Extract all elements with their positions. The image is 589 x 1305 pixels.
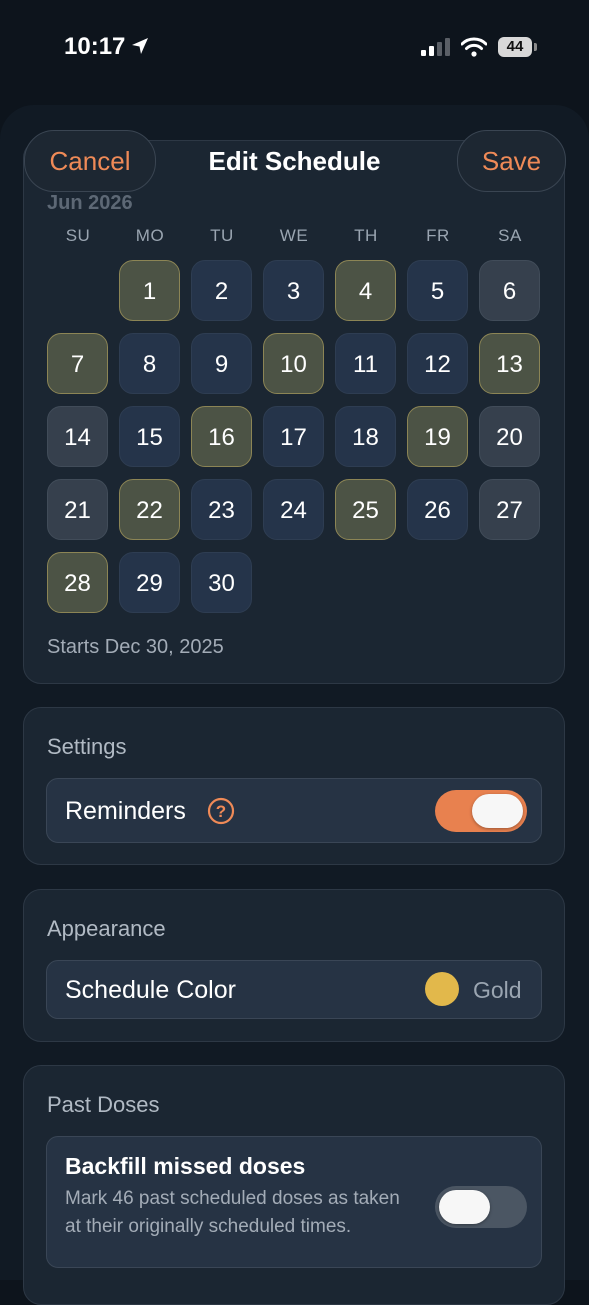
calendar-day-10[interactable]: 10	[263, 333, 324, 394]
color-swatch	[425, 972, 459, 1006]
past-doses-title: Past Doses	[47, 1092, 160, 1117]
svg-text:?: ?	[216, 802, 226, 821]
reminders-toggle[interactable]	[435, 790, 527, 832]
schedule-color-label: Schedule Color	[65, 976, 236, 1004]
battery-level: 44	[506, 38, 524, 55]
weekday-fr: FR	[426, 226, 450, 245]
calendar-day-30[interactable]: 30	[191, 552, 252, 613]
calendar-day-19[interactable]: 19	[407, 406, 468, 467]
appearance-title: Appearance	[47, 916, 166, 941]
calendar-day-2[interactable]: 2	[191, 260, 252, 321]
battery-tip	[534, 43, 537, 51]
calendar-day-16[interactable]: 16	[191, 406, 252, 467]
starts-date-label: Starts Dec 30, 2025	[47, 636, 224, 658]
calendar-day-18[interactable]: 18	[335, 406, 396, 467]
calendar-day-8[interactable]: 8	[119, 333, 180, 394]
schedule-color-value: Gold	[473, 977, 522, 1003]
month-label: Jun 2026	[47, 192, 133, 214]
calendar-day-12[interactable]: 12	[407, 333, 468, 394]
reminders-label: Reminders	[65, 797, 186, 825]
calendar-day-29[interactable]: 29	[119, 552, 180, 613]
status-time: 10:17	[64, 33, 126, 60]
location-arrow-icon	[132, 38, 148, 54]
calendar-day-25[interactable]: 25	[335, 479, 396, 540]
calendar-day-9[interactable]: 9	[191, 333, 252, 394]
status-bar: 10:17 44	[0, 0, 589, 96]
calendar-day-6[interactable]: 6	[479, 260, 540, 321]
backfill-toggle[interactable]	[435, 1186, 527, 1228]
calendar-day-14[interactable]: 14	[47, 406, 108, 467]
wifi-icon	[461, 37, 487, 57]
backfill-title: Backfill missed doses	[65, 1153, 306, 1179]
schedule-color-row[interactable]: Schedule Color Gold	[46, 960, 542, 1019]
calendar-day-20[interactable]: 20	[479, 406, 540, 467]
calendar-day-17[interactable]: 17	[263, 406, 324, 467]
battery-indicator: 44	[498, 37, 532, 57]
calendar-day-1[interactable]: 1	[119, 260, 180, 321]
cellular-signal-icon	[421, 38, 450, 56]
calendar-day-7[interactable]: 7	[47, 333, 108, 394]
calendar-day-11[interactable]: 11	[335, 333, 396, 394]
backfill-description: Mark 46 past scheduled doses as taken at…	[65, 1188, 400, 1237]
weekday-we: WE	[279, 226, 309, 245]
weekday-sa: SA	[498, 226, 522, 245]
toggle-knob	[439, 1190, 490, 1224]
calendar-day-26[interactable]: 26	[407, 479, 468, 540]
weekday-th: TH	[354, 226, 378, 245]
backfill-row: Backfill missed doses Mark 46 past sched…	[46, 1136, 542, 1268]
calendar-day-5[interactable]: 5	[407, 260, 468, 321]
settings-title: Settings	[47, 734, 127, 759]
calendar-day-3[interactable]: 3	[263, 260, 324, 321]
calendar-day-28[interactable]: 28	[47, 552, 108, 613]
weekday-su: SU	[65, 226, 91, 245]
reminders-row: Reminders ?	[46, 778, 542, 843]
weekday-tu: TU	[210, 226, 234, 245]
calendar-day-4[interactable]: 4	[335, 260, 396, 321]
calendar-day-15[interactable]: 15	[119, 406, 180, 467]
calendar-day-23[interactable]: 23	[191, 479, 252, 540]
toggle-knob	[472, 794, 523, 828]
weekday-mo: MO	[135, 226, 165, 245]
calendar-day-27[interactable]: 27	[479, 479, 540, 540]
calendar-day-24[interactable]: 24	[263, 479, 324, 540]
save-button[interactable]: Save	[457, 130, 566, 192]
calendar-day-22[interactable]: 22	[119, 479, 180, 540]
calendar-day-21[interactable]: 21	[47, 479, 108, 540]
calendar-day-13[interactable]: 13	[479, 333, 540, 394]
help-circle-icon[interactable]: ?	[207, 797, 235, 825]
